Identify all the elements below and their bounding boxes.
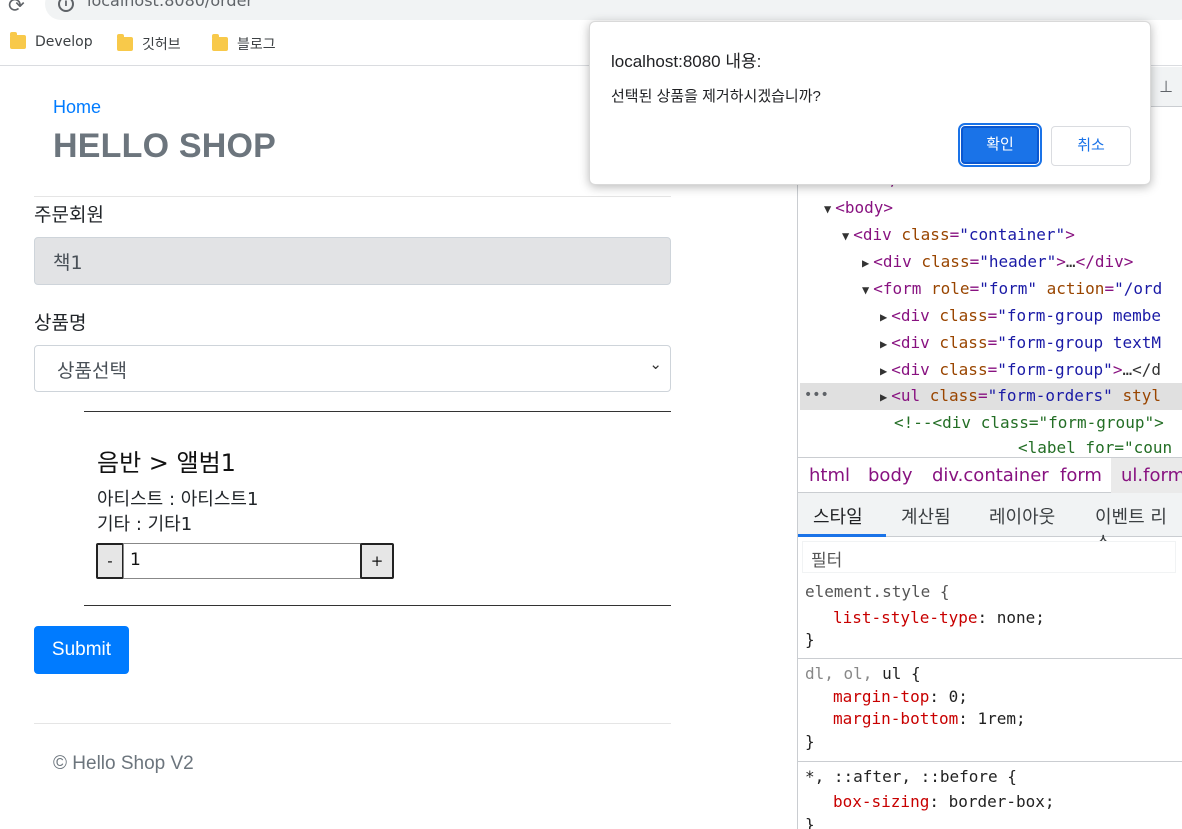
dom-node-comment-label[interactable]: <label for="coun [1018,437,1172,459]
footer-divider [34,723,671,724]
rule-declaration[interactable]: margin-bottom: 1rem; [833,708,1026,730]
rule-close: } [805,732,815,751]
tab-styles[interactable]: 스타일 [813,503,863,529]
rule-declaration[interactable]: box-sizing: border-box; [833,791,1055,813]
dialog-message: 선택된 상품을 제거하시겠습니까? [611,88,821,105]
dom-node-body[interactable]: ▼ <body> [824,197,893,219]
style-rule: element.style { list-style-type: none; } [798,577,1182,659]
dom-node-form-orders[interactable]: ▶ <ul class="form-orders" styl [880,385,1161,407]
item-select[interactable]: 상품선택 ⌄ [34,345,671,392]
breadcrumb-html[interactable]: html [809,465,850,486]
rule-selector[interactable]: element.style { [805,581,950,603]
rule-selector[interactable]: *, ::after, ::before { [805,766,1017,788]
style-rule: *, ::after, ::before { box-sizing: borde… [798,762,1182,829]
minus-button[interactable]: - [96,543,124,579]
dom-node-header[interactable]: ▶ <div class="header">…</div> [862,251,1133,273]
folder-icon [10,32,26,49]
footer-text: © Hello Shop V2 [53,753,194,774]
header-divider [34,196,671,197]
item-select-value: 상품선택 [57,360,127,382]
folder-icon [212,34,228,51]
plus-button[interactable]: + [360,543,394,579]
submit-button[interactable]: Submit [34,626,129,674]
reload-icon[interactable]: ⟳ [8,0,25,17]
bookmark-label: Develop [35,34,93,50]
dom-node-text-group[interactable]: ▶ <div class="form-group textM [880,332,1161,354]
dom-node-comment[interactable]: <!--<div class="form-group"> [894,412,1164,434]
dom-node-form-group[interactable]: ▶ <div class="form-group">…</d [880,359,1161,381]
confirm-button[interactable]: 확인 [958,123,1042,167]
url-text: localhost:8080/order [87,0,253,10]
rule-declaration[interactable]: margin-top: 0; [833,686,968,708]
bookmark-develop[interactable]: Develop [10,32,93,50]
style-rule: dl, ol, ul { margin-top: 0; margin-botto… [798,659,1182,762]
dom-node-member-group[interactable]: ▶ <div class="form-group membe [880,305,1161,327]
dom-node-form[interactable]: ▼ <form role="form" action="/ord [862,278,1162,300]
order-etc: 기타 : 기타1 [97,514,193,535]
cancel-button[interactable]: 취소 [1051,126,1131,166]
order-divider-bottom [84,605,671,606]
info-icon[interactable]: i [58,0,74,12]
breadcrumb-form[interactable]: form [1060,465,1102,486]
dialog-title: localhost:8080 내용: [611,52,762,71]
bookmark-label: 블로그 [237,37,276,53]
order-category: 음반 > 앨범1 [97,449,236,477]
dom-node-container[interactable]: ▼ <div class="container"> [842,224,1075,246]
more-icon[interactable]: ••• [804,387,829,403]
styles-filter-input[interactable]: 필터 [802,541,1176,573]
breadcrumb-ul[interactable]: ul.form- [1121,465,1182,486]
rule-selector[interactable]: dl, ol, ul { [805,663,921,685]
bookmark-blog[interactable]: 블로그 [212,34,276,54]
tab-computed[interactable]: 계산됨 [901,503,951,529]
bookmark-github[interactable]: 깃허브 [117,34,181,54]
active-tab-indicator [798,534,886,537]
order-divider-top [84,411,671,412]
quantity-input[interactable]: 1 [123,543,361,579]
home-link[interactable]: Home [53,97,101,118]
member-label: 주문회원 [34,204,104,226]
breadcrumb: html body div.container form ul.form- [798,457,1182,494]
chevron-down-icon: ⌄ [649,355,662,373]
order-artist: 아티스트 : 아티스트1 [97,489,259,510]
address-bar[interactable]: i localhost:8080/order [45,0,1182,20]
folder-icon [117,34,133,51]
bookmark-label: 깃허브 [142,37,181,53]
styles-tabs: 스타일 계산됨 레이아웃 이벤트 리스 [798,493,1182,554]
rule-declaration[interactable]: list-style-type: none; [833,607,1045,629]
pin-icon[interactable]: ⊥ [1159,77,1173,96]
item-label: 상품명 [34,312,87,334]
rule-close: } [805,630,815,649]
breadcrumb-body[interactable]: body [868,465,913,486]
tab-layout[interactable]: 레이아웃 [989,503,1055,529]
confirm-dialog: localhost:8080 내용: 선택된 상품을 제거하시겠습니까? 확인 … [589,21,1151,185]
breadcrumb-container[interactable]: div.container [932,465,1049,486]
page-title: HELLO SHOP [53,127,277,165]
member-field[interactable]: 책1 [34,237,671,285]
rule-close: } [805,815,815,829]
